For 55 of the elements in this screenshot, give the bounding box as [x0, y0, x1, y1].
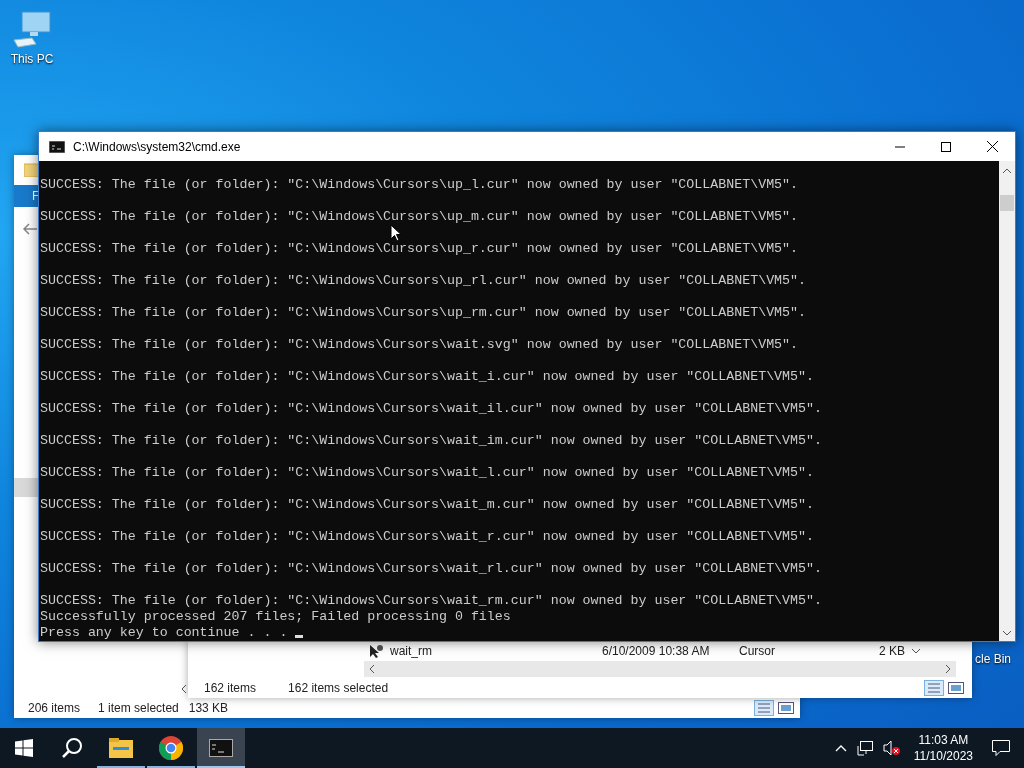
console-line: SUCCESS: The file (or folder): "C:\Windows\Cursors\wait_rl.cur" now owned by user "COLLABNET\VM5".	[40, 561, 822, 577]
close-icon	[986, 141, 998, 152]
console-line: SUCCESS: The file (or folder): "C:\Windows\Cursors\wait_i.cur" now owned by user "COLLABNET\VM5".	[40, 369, 814, 385]
scroll-right-icon[interactable]	[944, 664, 952, 674]
cursor-file-icon	[368, 642, 384, 659]
console-line: SUCCESS: The file (or folder): "C:\Windows\Cursors\wait_im.cur" now owned by user "COLLABNET\VM5".	[40, 433, 822, 449]
console-line: SUCCESS: The file (or folder): "C:\Windows\Cursors\wait.svg" now owned by user "COLLABNET\VM5".	[40, 337, 799, 353]
clock-date[interactable]: 11/10/2023	[913, 748, 973, 764]
console-line: SUCCESS: The file (or folder): "C:\Windows\Cursors\up_rl.cur" now owned by user "COLLABNET\VM5".	[40, 273, 807, 289]
file-date: 6/10/2009 10:38 AM	[602, 643, 711, 658]
chevron-up-icon[interactable]	[834, 744, 847, 752]
scroll-down-icon[interactable]	[911, 646, 921, 655]
file-name[interactable]: wait_rm	[390, 643, 602, 658]
file-size: 2 KB	[879, 643, 905, 658]
console-line: Successfully processed 207 files; Failed processing 0 files	[40, 609, 511, 625]
clock-time[interactable]: 11:03 AM	[918, 732, 969, 748]
network-icon[interactable]	[855, 740, 874, 756]
maximize-icon	[941, 141, 951, 152]
status-text: 206 items	[28, 701, 81, 715]
text-cursor	[295, 635, 304, 638]
search-icon	[61, 737, 83, 759]
console-line: SUCCESS: The file (or folder): "C:\Windows\Cursors\up_r.cur" now owned by user "COLLABNET\VM5".	[40, 241, 799, 257]
status-text: 133 KB	[188, 701, 229, 715]
thumbnail-view-icon[interactable]	[946, 679, 966, 696]
console-line: SUCCESS: The file (or folder): "C:\Windows\Cursors\wait_l.cur" now owned by user "COLLABNET\VM5".	[40, 465, 814, 481]
icon-label[interactable]: cle Bin	[975, 652, 1012, 666]
scroll-down-icon[interactable]	[1002, 629, 1012, 637]
status-text: 1 item selected	[98, 701, 179, 715]
scroll-left-icon[interactable]	[180, 684, 188, 694]
console-line: SUCCESS: The file (or folder): "C:\Windows\Cursors\wait_rm.cur" now owned by user "COLLABNET\VM5".	[40, 593, 822, 609]
console-line: SUCCESS: The file (or folder): "C:\Windows\Cursors\up_rm.cur" now owned by user "COLLABNET\VM5".	[40, 305, 807, 321]
scroll-up-icon[interactable]	[1002, 167, 1012, 175]
thumbnail-view-icon[interactable]	[776, 700, 796, 716]
file-type: Cursor	[739, 643, 776, 658]
console-line: Press any key to continue . . .	[40, 625, 288, 640]
console-line: SUCCESS: The file (or folder): "C:\Windows\Cursors\wait_il.cur" now owned by user "COLLABNET\VM5".	[40, 401, 822, 417]
console-icon	[49, 140, 65, 153]
console-line: SUCCESS: The file (or folder): "C:\Windows\Cursors\up_l.cur" now owned by user "COLLABNET\VM5".	[40, 177, 799, 193]
scrollbar-thumb[interactable]	[1000, 195, 1014, 211]
console-icon	[209, 739, 233, 757]
scroll-left-icon[interactable]	[368, 664, 376, 674]
status-text: 162 items selected	[288, 680, 389, 695]
back-arrow-icon[interactable]	[22, 221, 38, 236]
console-line: SUCCESS: The file (or folder): "C:\Windows\Cursors\up_m.cur" now owned by user "COLLABNET\VM5".	[40, 209, 799, 225]
console-line: SUCCESS: The file (or folder): "C:\Windows\Cursors\wait_r.cur" now owned by user "COLLABNET\VM5".	[40, 529, 814, 545]
windows-logo-icon	[15, 739, 33, 757]
mouse-pointer-icon	[390, 224, 402, 242]
window-title: C:\Windows\system32\cmd.exe	[73, 139, 241, 154]
muted-speaker-icon[interactable]	[882, 740, 901, 756]
notification-icon[interactable]	[992, 740, 1010, 756]
folder-icon	[109, 738, 133, 758]
status-text: 162 items	[204, 680, 257, 695]
browser-icon	[159, 736, 183, 760]
taskbar-button[interactable]	[197, 728, 245, 768]
console-line: SUCCESS: The file (or folder): "C:\Windows\Cursors\wait_m.cur" now owned by user "COLLABNET\VM5".	[40, 497, 814, 513]
